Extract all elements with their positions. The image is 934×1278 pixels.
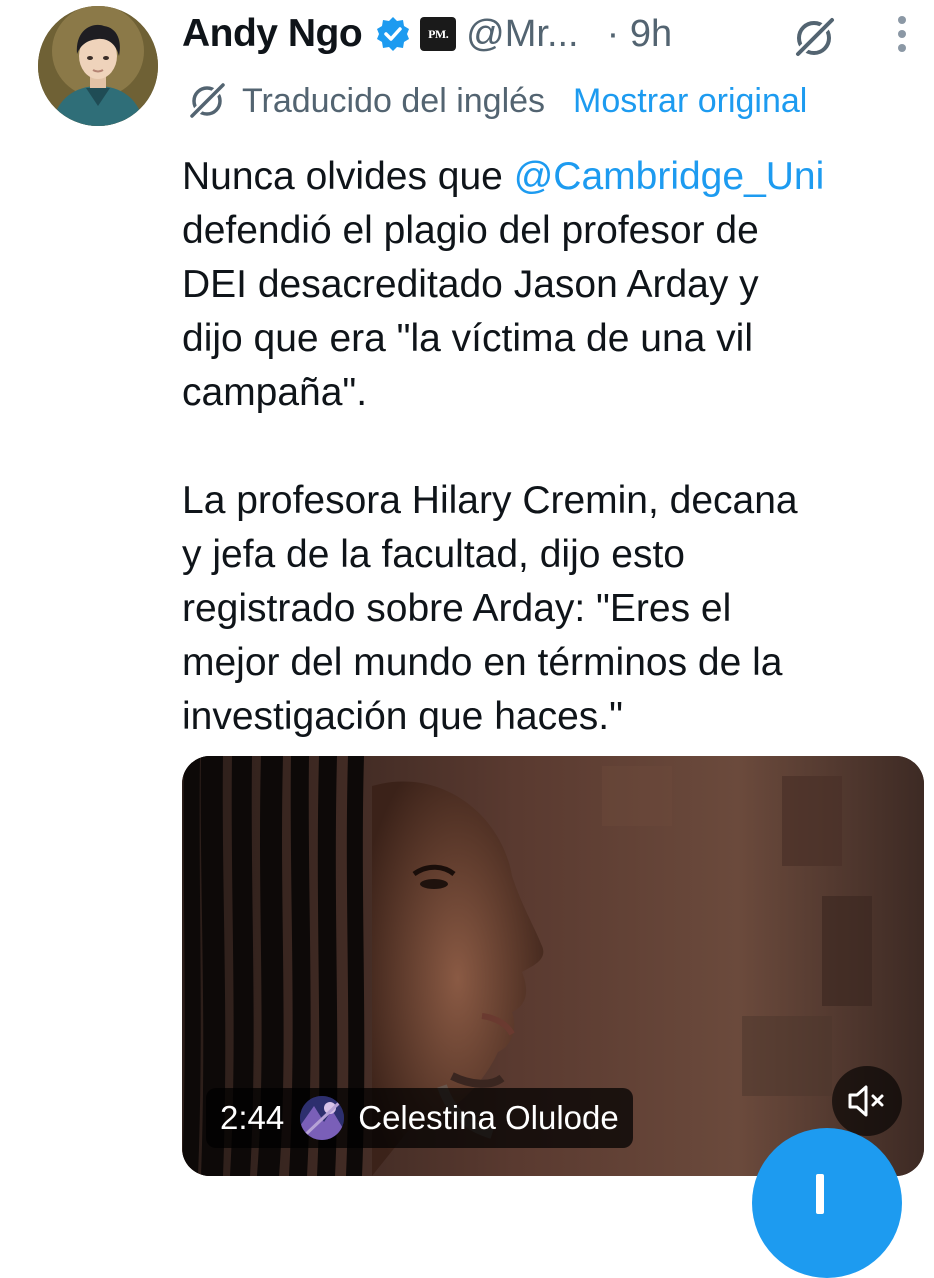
- video-player[interactable]: 2:44 Celestina Olulode: [182, 756, 924, 1176]
- tweet-text: Nunca olvides que @Cambridge_Uni defendi…: [182, 150, 922, 744]
- tweet-text-line: defendió el plagio del profesor de: [182, 209, 759, 252]
- video-info-pill: 2:44 Celestina Olulode: [206, 1088, 633, 1148]
- author-display-name[interactable]: Andy Ngo: [182, 12, 363, 56]
- speaker-muted-icon: [847, 1083, 887, 1119]
- author-handle[interactable]: @Mr...: [466, 13, 578, 56]
- tweet-text-line: campaña".: [182, 371, 368, 414]
- tweet-text-line: y jefa de la facultad, dijo esto: [182, 533, 685, 576]
- tweet-text-line: Nunca olvides que @Cambridge_Uni: [182, 150, 922, 204]
- author-avatar[interactable]: [38, 6, 158, 126]
- plus-icon: [816, 1174, 824, 1214]
- channel-avatar[interactable]: [300, 1096, 345, 1140]
- tweet-timestamp[interactable]: · 9h: [607, 13, 672, 56]
- video-channel-name[interactable]: Celestina Olulode: [358, 1099, 619, 1137]
- video-duration: 2:44: [220, 1099, 285, 1136]
- show-original-link[interactable]: Mostrar original: [573, 82, 807, 121]
- tweet-text-line: mejor del mundo en términos de la: [182, 641, 783, 684]
- tweet-text-line: dijo que era "la víctima de una vil: [182, 317, 753, 360]
- grok-icon[interactable]: [790, 14, 838, 62]
- verified-badge-icon[interactable]: [374, 15, 412, 53]
- tweet-text-segment: Nunca olvides que: [182, 155, 514, 198]
- tweet-text-line: DEI desacreditado Jason Arday y: [182, 263, 759, 306]
- translated-from-label: Traducido del inglés: [242, 81, 546, 120]
- tweet-text-line: investigación que haces.": [182, 695, 623, 738]
- tweet-text-line: La profesora Hilary Cremin, decana: [182, 479, 798, 522]
- compose-button[interactable]: [752, 1128, 902, 1278]
- mention-link[interactable]: @Cambridge_Uni: [514, 155, 825, 198]
- more-vertical-icon[interactable]: [890, 12, 914, 58]
- tweet-text-line: registrado sobre Arday: "Eres el: [182, 587, 732, 630]
- mute-toggle-button[interactable]: [832, 1066, 902, 1136]
- translate-icon: [186, 80, 228, 122]
- affiliate-badge[interactable]: PM.: [420, 17, 457, 51]
- translation-bar: Traducido del inglés Mostrar original: [186, 78, 807, 124]
